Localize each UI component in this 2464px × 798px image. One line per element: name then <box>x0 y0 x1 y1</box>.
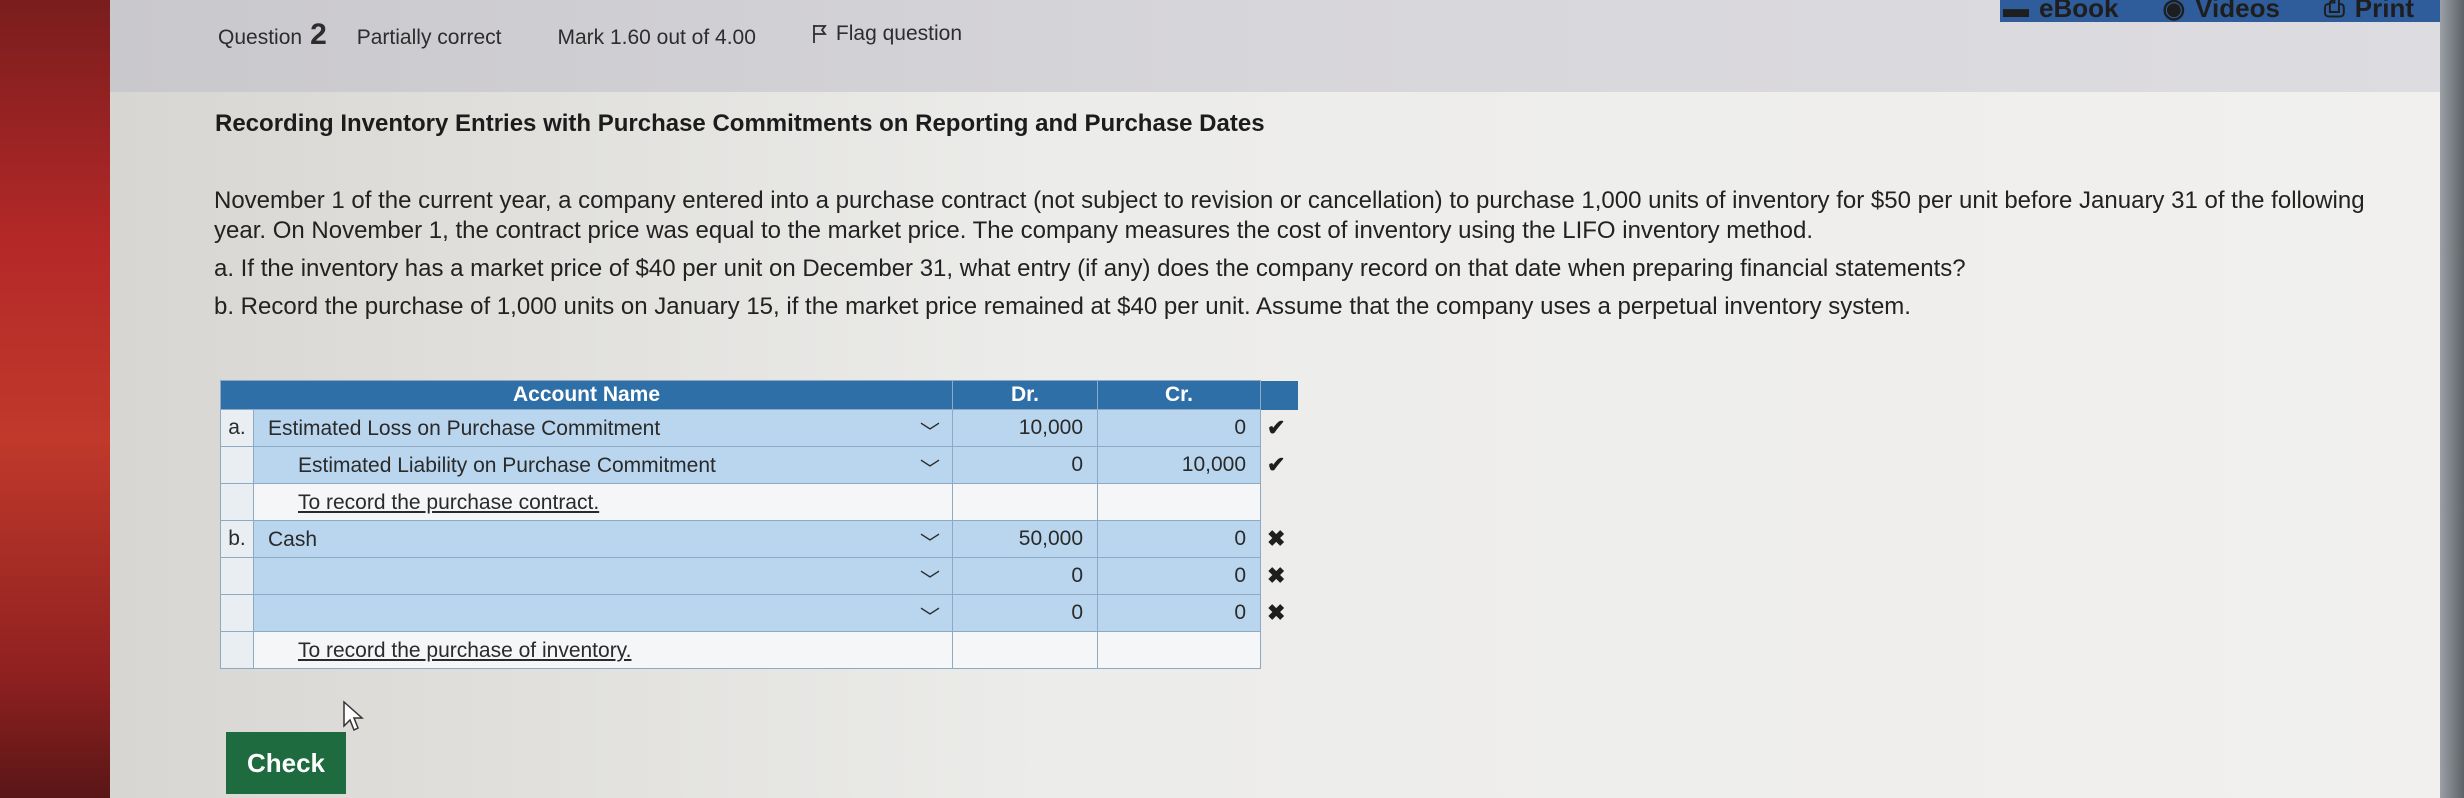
ebook-link[interactable]: ▬ eBook <box>2003 0 2118 24</box>
account-select[interactable]: Estimated Loss on Purchase Commitment ﹀ <box>253 409 953 447</box>
credit-input[interactable]: 0 <box>1097 409 1261 447</box>
row-label <box>220 446 254 484</box>
question-status: Partially correct <box>356 26 502 49</box>
debit-input[interactable]: 0 <box>952 594 1098 632</box>
mouse-cursor-icon <box>343 700 364 732</box>
flag-question-button[interactable]: Flag question <box>812 22 962 46</box>
account-value: Cash <box>268 528 318 551</box>
memo-cell: To record the purchase contract. <box>253 483 953 521</box>
table-row: a. Estimated Loss on Purchase Commitment… <box>220 409 1298 447</box>
play-circle-icon: ◉ <box>2162 0 2186 23</box>
problem-text: November 1 of the current year, a compan… <box>214 186 2404 322</box>
account-select[interactable]: ﹀ <box>253 557 953 595</box>
row-label: b. <box>220 520 254 558</box>
row-label <box>220 594 254 632</box>
question-label: Question <box>218 26 303 49</box>
chevron-down-icon: ﹀ <box>920 570 940 592</box>
table-row: b. Cash ﹀ 50,000 0 ✖ <box>220 520 1298 558</box>
screen-edge <box>2440 0 2464 798</box>
account-value: Estimated Liability on Purchase Commitme… <box>298 454 716 477</box>
cross-icon: ✖ <box>1267 563 1286 588</box>
memo-text: To record the purchase contract. <box>298 491 600 514</box>
check-button[interactable]: Check <box>226 732 346 794</box>
memo-text: To record the purchase of inventory. <box>298 639 632 662</box>
print-link[interactable]: ⎙ Print <box>2324 0 2414 24</box>
top-links: ▬ eBook ◉ Videos ⎙ Print <box>2003 0 2414 24</box>
checkmark-icon: ✔ <box>1267 452 1286 477</box>
credit-input[interactable]: 0 <box>1097 594 1261 632</box>
chevron-down-icon: ﹀ <box>920 607 940 629</box>
debit-input[interactable]: 0 <box>952 557 1098 595</box>
account-select[interactable]: Cash ﹀ <box>253 520 953 558</box>
problem-intro: November 1 of the current year, a compan… <box>214 187 2365 244</box>
account-select[interactable]: ﹀ <box>253 594 953 632</box>
table-row: ﹀ 0 0 ✖ <box>220 557 1298 595</box>
memo-cell: To record the purchase of inventory. <box>253 631 953 669</box>
chevron-down-icon: ﹀ <box>920 459 940 481</box>
debit-input[interactable]: 0 <box>952 446 1098 484</box>
table-row: ﹀ 0 0 ✖ <box>220 594 1298 632</box>
question-number: 2 <box>310 18 327 51</box>
debit-input[interactable]: 50,000 <box>952 520 1098 558</box>
videos-link[interactable]: ◉ Videos <box>2162 0 2279 24</box>
cross-icon: ✖ <box>1267 526 1286 551</box>
credit-input[interactable]: 0 <box>1097 520 1261 558</box>
chevron-down-icon: ﹀ <box>920 533 940 555</box>
account-name-header: Account Name <box>220 380 953 410</box>
table-row: To record the purchase contract. <box>220 483 1298 521</box>
problem-title: Recording Inventory Entries with Purchas… <box>215 110 1265 137</box>
table-header-row: Account Name Dr. Cr. <box>220 380 1298 410</box>
account-select[interactable]: Estimated Liability on Purchase Commitme… <box>253 446 953 484</box>
credit-input[interactable]: 0 <box>1097 557 1261 595</box>
row-label: a. <box>220 409 254 447</box>
table-row: To record the purchase of inventory. <box>220 631 1298 669</box>
row-label <box>220 557 254 595</box>
table-row: Estimated Liability on Purchase Commitme… <box>220 446 1298 484</box>
account-value: Estimated Loss on Purchase Commitment <box>268 417 661 440</box>
row-label <box>220 631 254 669</box>
cross-icon: ✖ <box>1267 600 1286 625</box>
flag-icon <box>813 25 827 43</box>
row-label <box>220 483 254 521</box>
background-fabric <box>0 0 110 798</box>
printer-icon: ⎙ <box>2323 0 2345 22</box>
problem-part-b: b. Record the purchase of 1,000 units on… <box>214 293 1911 320</box>
chevron-down-icon: ﹀ <box>920 422 940 444</box>
credit-header: Cr. <box>1097 380 1261 410</box>
ebook-icon: ▬ <box>2003 0 2030 23</box>
question-mark: Mark 1.60 out of 4.00 <box>557 26 756 49</box>
debit-header: Dr. <box>952 380 1098 410</box>
credit-input[interactable]: 10,000 <box>1097 446 1261 484</box>
debit-input[interactable]: 10,000 <box>952 409 1098 447</box>
journal-entry-table: Account Name Dr. Cr. a. Estimated Loss o… <box>220 380 1298 669</box>
problem-part-a: a. If the inventory has a market price o… <box>214 255 1966 282</box>
checkmark-icon: ✔ <box>1267 415 1286 440</box>
question-info: Question 2 Partially correct Mark 1.60 o… <box>218 18 962 52</box>
